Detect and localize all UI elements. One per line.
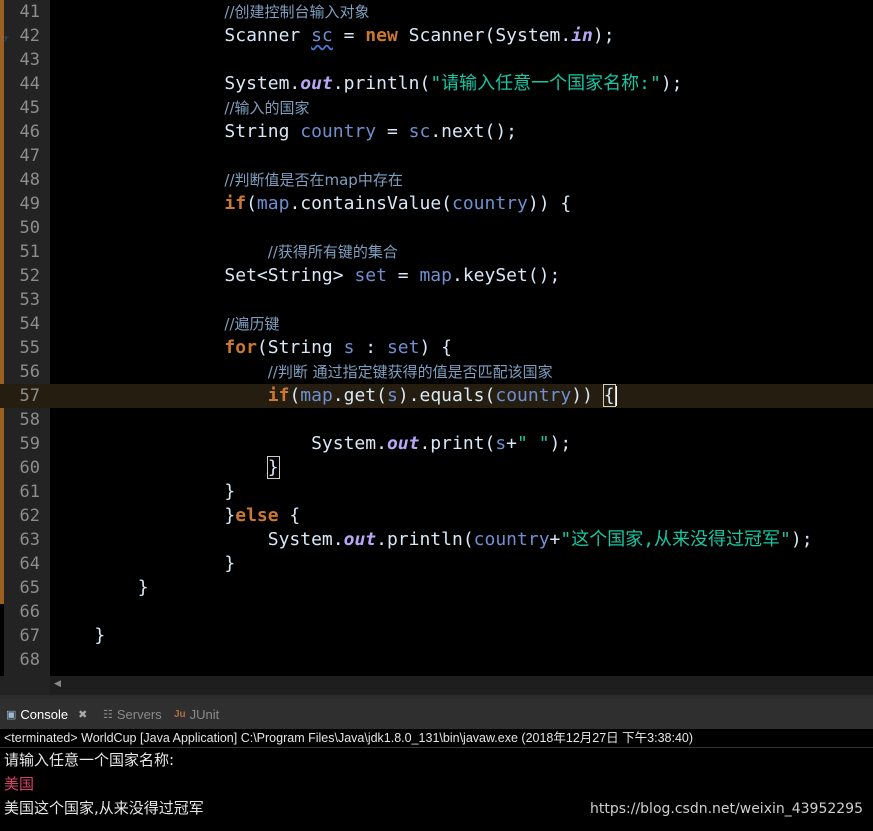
junit-icon: Ju [174,709,186,720]
code-line[interactable]: 47 [0,144,873,168]
code-line[interactable]: 63 System.out.println(country+"这个国家,从来没得… [0,528,873,552]
horizontal-scrollbar[interactable]: ◀ [50,676,873,695]
tab-servers-label: Servers [116,707,162,722]
code-text[interactable]: }else { [51,504,300,528]
line-number: 61 [19,482,40,502]
code-editor[interactable]: ☞ 41 //创建控制台输入对象 42 Scanner sc = new Scan… [0,0,873,676]
tab-servers[interactable]: ☷ Servers [103,704,162,726]
line-number: 43 [19,50,40,70]
scrollbar-gutter [0,676,50,695]
code-line[interactable]: 42 Scanner sc = new Scanner(System.in); [0,24,873,48]
code-line[interactable]: 55 for(String s : set) { [0,336,873,360]
code-line[interactable]: 56 //判断 通过指定键获得的值是否匹配该国家 [0,360,873,384]
tab-console[interactable]: ▣ Console ✖ [6,704,87,726]
line-number: 50 [19,218,40,238]
code-text[interactable]: if(map.containsValue(country)) { [51,192,571,216]
line-number: 46 [19,122,40,142]
code-text[interactable]: } [51,480,235,504]
line-number: 56 [19,362,40,382]
line-number: 67 [19,626,40,646]
line-number: 48 [19,170,40,190]
code-text[interactable]: //遍历键 [51,312,279,336]
console-output-line: 美国这个国家,从来没得过冠军 [4,799,204,817]
code-line[interactable]: 53 [0,288,873,312]
line-number: 55 [19,338,40,358]
code-text[interactable]: //创建控制台输入对象 [51,0,369,24]
code-text[interactable]: //判断值是否在map中存在 [51,168,402,192]
code-line[interactable]: 57 if(map.get(s).equals(country)) { [0,384,873,408]
line-number: 65 [19,578,40,598]
code-line[interactable]: 62 }else { [0,504,873,528]
code-text[interactable]: } [51,624,105,648]
line-number: 57 [19,386,40,406]
tab-console-label: Console [20,707,69,722]
line-number: 60 [19,458,40,478]
code-line[interactable]: 58 [0,408,873,432]
line-number: 51 [19,242,40,262]
code-line[interactable]: 54 //遍历键 [0,312,873,336]
code-line[interactable]: 41 //创建控制台输入对象 [0,0,873,24]
code-line[interactable]: 43 [0,48,873,72]
code-line[interactable]: 66 [0,600,873,624]
line-number: 59 [19,434,40,454]
text-caret [615,386,617,406]
code-line[interactable]: 60 } [0,456,873,480]
console-icon: ▣ [6,709,17,721]
console-output-line: 请输入任意一个国家名称: [4,751,175,769]
line-number: 42 [19,26,40,46]
tab-junit-label: JUnit [189,707,220,722]
code-line[interactable]: 45 //输入的国家 [0,96,873,120]
code-line[interactable]: 46 String country = sc.next(); [0,120,873,144]
line-number: 44 [19,74,40,94]
code-text[interactable]: if(map.get(s).equals(country)) { [51,384,617,408]
code-text[interactable]: Scanner sc = new Scanner(System.in); [51,24,614,48]
bottom-panel-tabs: ▣ Console ✖ ☷ Servers Ju JUnit [0,699,873,729]
line-number: 62 [19,506,40,526]
code-text[interactable]: for(String s : set) { [51,336,452,360]
code-text[interactable]: Set<String> set = map.keySet(); [51,264,560,288]
line-number: 45 [19,98,40,118]
line-number: 68 [19,650,40,670]
code-line[interactable]: 48 //判断值是否在map中存在 [0,168,873,192]
line-number: 47 [19,146,40,166]
line-number: 54 [19,314,40,334]
line-number: 53 [19,290,40,310]
tab-junit[interactable]: Ju JUnit [174,704,219,726]
servers-icon: ☷ [103,709,113,721]
code-text[interactable]: } [51,456,280,480]
line-number: 58 [19,410,40,430]
code-text[interactable]: System.out.println("请输入任意一个国家名称:"); [51,72,682,96]
code-text[interactable]: String country = sc.next(); [51,120,517,144]
code-line[interactable]: 61 } [0,480,873,504]
line-number: 64 [19,554,40,574]
code-line[interactable]: 51 //获得所有键的集合 [0,240,873,264]
line-number: 41 [19,2,40,22]
code-line[interactable]: 67 } [0,624,873,648]
code-line[interactable]: 44 System.out.println("请输入任意一个国家名称:"); [0,72,873,96]
line-number: 66 [19,602,40,622]
console-input-line: 美国 [4,775,35,793]
code-text[interactable]: } [51,552,235,576]
code-text[interactable]: System.out.print(s+" "); [51,432,571,456]
code-line[interactable]: 52 Set<String> set = map.keySet(); [0,264,873,288]
code-text[interactable]: //输入的国家 [51,96,309,120]
code-line[interactable]: 64 } [0,552,873,576]
console-view[interactable]: <terminated> WorldCup [Java Application]… [0,729,873,831]
code-text[interactable]: System.out.println(country+"这个国家,从来没得过冠军… [51,528,813,552]
close-icon[interactable]: ✖ [78,704,87,726]
code-text[interactable]: //获得所有键的集合 [51,240,398,264]
console-status-line: <terminated> WorldCup [Java Application]… [4,731,694,745]
scroll-left-arrow-icon[interactable]: ◀ [54,679,61,689]
code-text[interactable]: //判断 通过指定键获得的值是否匹配该国家 [51,360,553,384]
code-line[interactable]: 50 [0,216,873,240]
watermark: https://blog.csdn.net/weixin_43952295 [589,801,863,817]
line-number: 49 [19,194,40,214]
line-number: 63 [19,530,40,550]
code-text[interactable]: } [51,576,149,600]
code-line[interactable]: 59 System.out.print(s+" "); [0,432,873,456]
line-number: 52 [19,266,40,286]
code-line[interactable]: 65 } [0,576,873,600]
code-line[interactable]: 68 [0,648,873,672]
code-line[interactable]: 49 if(map.containsValue(country)) { [0,192,873,216]
